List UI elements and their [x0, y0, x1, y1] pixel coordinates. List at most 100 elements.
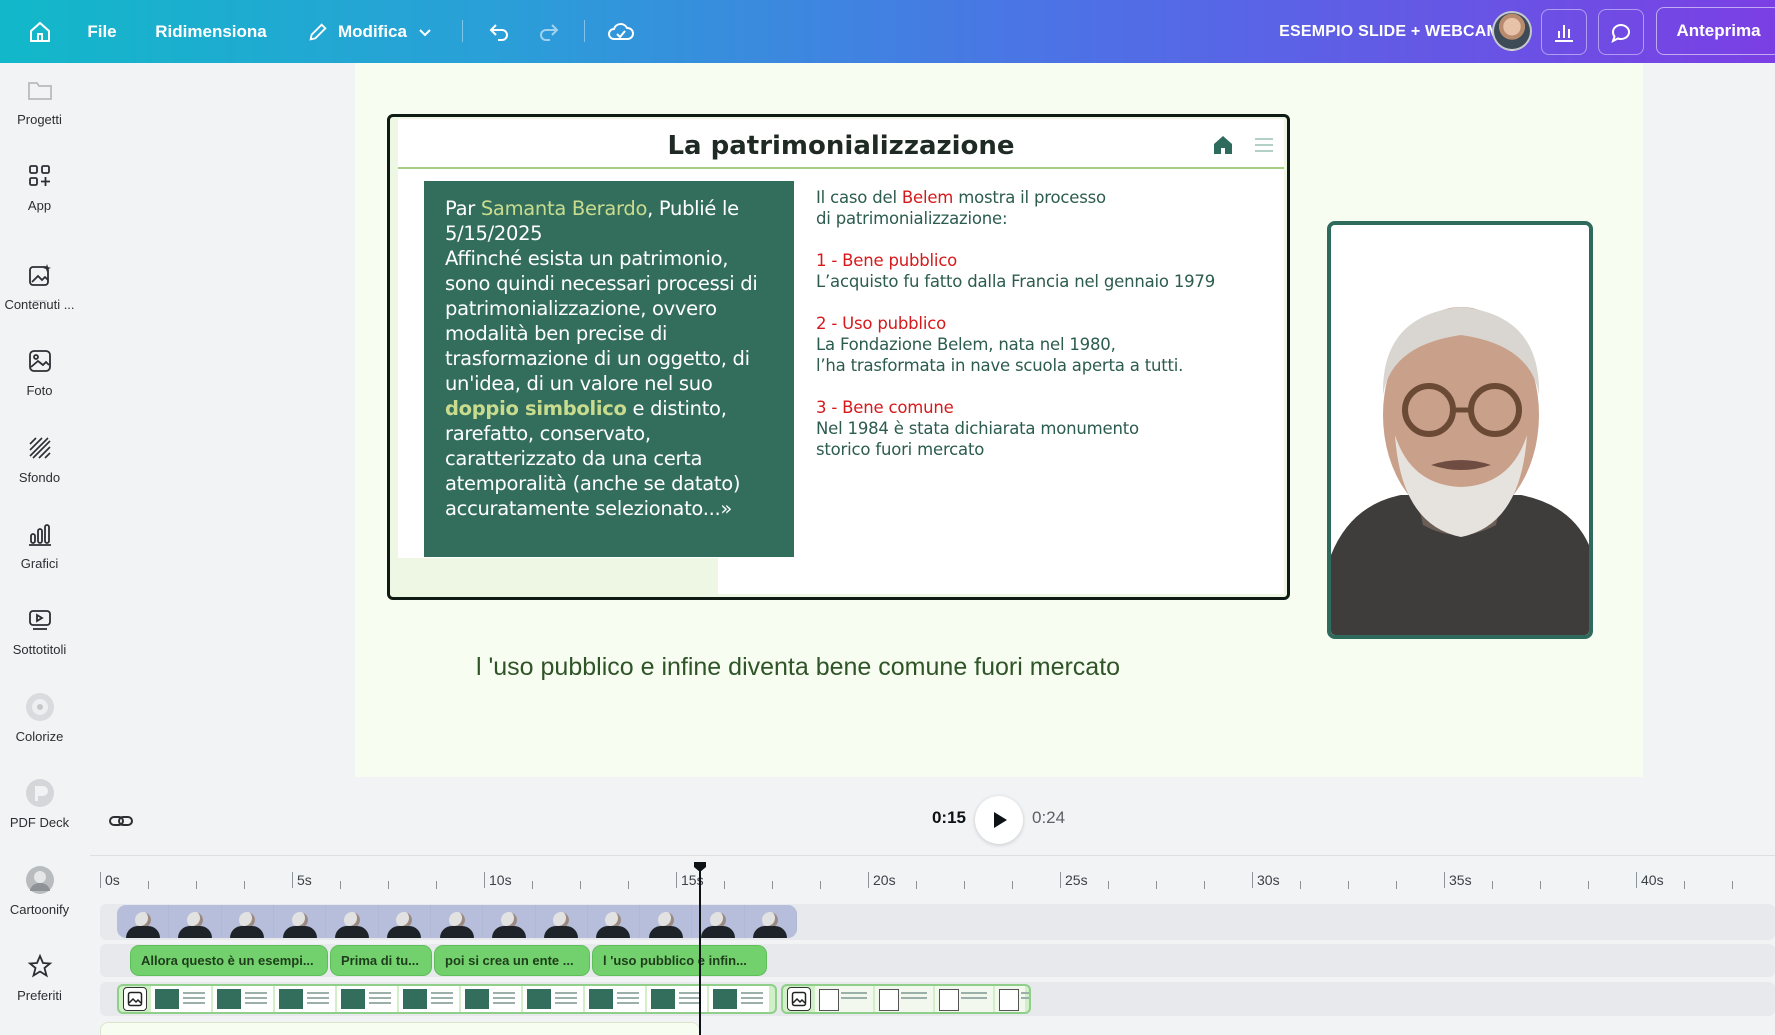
sidebar-item-cartoonify[interactable]: Cartoonify	[0, 855, 79, 935]
playhead[interactable]	[699, 868, 701, 1035]
cloud-check-icon	[608, 22, 634, 40]
slide-clip[interactable]	[781, 984, 1031, 1014]
comments-button[interactable]	[1598, 9, 1644, 55]
insights-button[interactable]	[1541, 9, 1587, 55]
file-menu-button[interactable]: File	[82, 0, 122, 63]
clip-thumbnail	[640, 905, 692, 938]
ruler-major-tick	[1252, 872, 1253, 888]
ruler-label: 20s	[873, 872, 896, 888]
pdf-deck-app-icon	[25, 778, 55, 808]
ruler-label: 10s	[489, 872, 512, 888]
slide-clip[interactable]	[117, 984, 777, 1014]
sidebar-item-label: App	[27, 198, 52, 213]
sidebar-item-captions[interactable]: Sottotitoli	[0, 595, 79, 675]
clip-thumbnail	[875, 986, 933, 1012]
sidebar: Progetti App Contenuti ... Foto Sfondo G…	[0, 63, 79, 1035]
point-line: l’ha trasformata in nave scuola aperta a…	[816, 356, 1184, 375]
quote-author: Samanta Berardo	[480, 197, 648, 220]
sidebar-item-projects[interactable]: Progetti	[0, 65, 79, 145]
caption-clip[interactable]: Prima di tu...	[330, 945, 432, 976]
document-title[interactable]: ESEMPIO SLIDE + WEBCAM	[1180, 0, 1500, 63]
sidebar-item-pdf-deck[interactable]: PDF Deck	[0, 768, 79, 848]
image-icon	[123, 987, 147, 1011]
timeline-ruler[interactable]: 0s 5s 10s 15s 20s 25s 30s 35s 40s	[100, 866, 1775, 890]
clip-thumbnail	[326, 905, 378, 938]
clip-thumbnail	[585, 986, 645, 1012]
clip-thumbnail	[337, 986, 397, 1012]
ruler-major-tick	[1636, 872, 1637, 888]
toolbar-separator	[584, 20, 585, 42]
audio-track-clip[interactable]	[100, 1022, 700, 1035]
pencil-icon	[309, 22, 327, 41]
apps-grid-icon	[25, 161, 55, 191]
sidebar-item-background[interactable]: Sfondo	[0, 423, 79, 503]
point-line: L’acquisto fu fatto dalla Francia nel ge…	[816, 272, 1216, 291]
caption-clip[interactable]: poi si crea un ente ...	[434, 945, 590, 976]
sidebar-item-photos[interactable]: Foto	[0, 336, 79, 416]
quote-prefix: Par	[445, 197, 481, 220]
avatar[interactable]	[1492, 11, 1532, 51]
quote-highlight: doppio simbolico	[445, 397, 627, 420]
ruler-minor-tick	[1588, 881, 1589, 889]
captions-icon	[25, 605, 55, 635]
sidebar-item-label: Sfondo	[18, 470, 61, 485]
sidebar-item-favorites[interactable]: Preferiti	[0, 941, 79, 1021]
edit-menu-button[interactable]: Modifica	[300, 0, 440, 63]
slide-image[interactable]: La patrimonializzazione Par Samanta Bera…	[387, 114, 1290, 600]
ruler-minor-tick	[1108, 881, 1109, 889]
clip-thumbnail	[935, 986, 993, 1012]
sidebar-item-apps[interactable]: App	[0, 151, 79, 231]
chevron-down-icon	[419, 28, 431, 36]
point-title: 1 - Bene pubblico	[816, 251, 958, 270]
ruler-minor-tick	[724, 881, 725, 889]
sidebar-item-colorize[interactable]: Colorize	[0, 682, 79, 762]
ruler-minor-tick	[1348, 881, 1349, 889]
menu-icon	[1255, 138, 1273, 152]
quote-box: Par Samanta Berardo, Publié le 5/15/2025…	[424, 181, 794, 557]
ruler-label: 40s	[1641, 872, 1664, 888]
redo-button[interactable]	[532, 0, 566, 63]
play-icon	[994, 812, 1007, 828]
folder-icon	[25, 75, 55, 105]
sidebar-item-label: Sottotitoli	[12, 642, 67, 657]
sidebar-item-charts[interactable]: Grafici	[0, 509, 79, 589]
sidebar-item-label: Contenuti ...	[4, 297, 75, 312]
preview-button[interactable]: Anteprima	[1656, 7, 1775, 55]
clip-thumbnail	[431, 905, 483, 938]
comment-icon	[1611, 24, 1630, 43]
caption-clip[interactable]: l 'uso pubblico e infin...	[592, 945, 767, 976]
clip-thumbnail	[536, 905, 588, 938]
slide-text-column: Il caso del Belem mostra il processo di …	[816, 187, 1256, 481]
ruler-minor-tick	[1012, 881, 1013, 889]
ruler-minor-tick	[340, 881, 341, 889]
ruler-major-tick	[292, 872, 293, 888]
subtitle-text[interactable]: l 'uso pubblico e infine diventa bene co…	[355, 653, 1455, 682]
link-icon[interactable]	[108, 808, 134, 834]
resize-button[interactable]: Ridimensiona	[150, 0, 272, 63]
clip-thumbnail	[709, 986, 769, 1012]
clip-thumbnail	[379, 905, 431, 938]
webcam-video[interactable]	[1327, 221, 1593, 639]
save-status-button[interactable]	[604, 0, 638, 63]
ruler-minor-tick	[148, 881, 149, 889]
clip-thumbnail	[274, 905, 326, 938]
intro-text-part: di patrimonializzazione:	[816, 209, 1008, 228]
total-duration: 0:24	[1032, 808, 1066, 827]
cartoonify-app-icon	[25, 865, 55, 895]
ruler-minor-tick	[964, 881, 965, 889]
redo-icon	[540, 23, 559, 41]
caption-clip[interactable]: Allora questo è un esempi...	[130, 945, 328, 976]
point-block: 3 - Bene comune Nel 1984 è stata dichiar…	[816, 397, 1256, 460]
intro-text: Il caso del Belem mostra il processo di …	[816, 187, 1256, 229]
design-canvas[interactable]: La patrimonializzazione Par Samanta Bera…	[355, 63, 1643, 777]
clip-thumbnail	[275, 986, 335, 1012]
home-button[interactable]	[20, 0, 60, 63]
ruler-minor-tick	[1300, 881, 1301, 889]
play-button[interactable]	[975, 796, 1023, 844]
webcam-video-clip[interactable]	[117, 905, 797, 938]
ruler-minor-tick	[1156, 881, 1157, 889]
sidebar-item-magic-media[interactable]: Contenuti ...	[0, 250, 79, 330]
ruler-label: 35s	[1449, 872, 1472, 888]
undo-button[interactable]	[482, 0, 516, 63]
ruler-minor-tick	[436, 881, 437, 889]
